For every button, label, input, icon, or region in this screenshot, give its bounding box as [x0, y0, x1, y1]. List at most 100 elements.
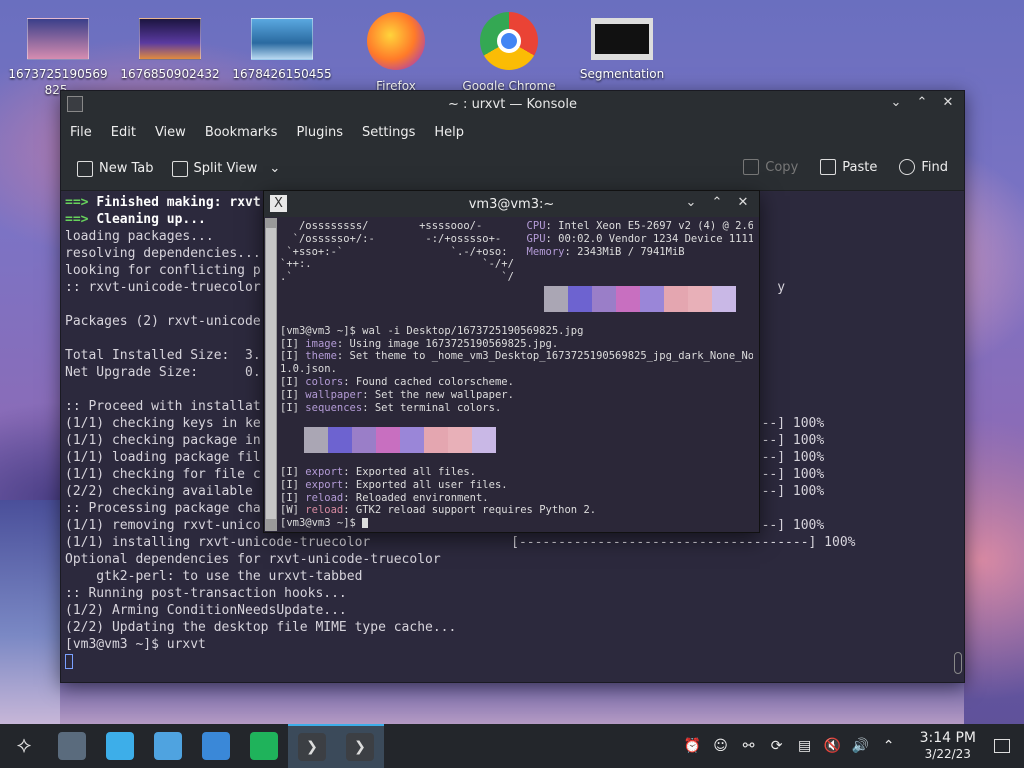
prompt-line: [vm3@vm3 ~]$ [280, 517, 753, 530]
copy-label: Copy [765, 159, 799, 175]
terminal-line: (1/1) installing rxvt-unicode-truecolor … [65, 534, 960, 551]
chevron-up-icon[interactable]: ⌃ [880, 738, 898, 754]
menu-file[interactable]: File [70, 125, 92, 140]
split-view-icon [171, 160, 188, 177]
info-value: : 2343MiB / 7941MiB [564, 245, 685, 258]
log-line: [I] colors: Found cached colorscheme. [280, 376, 753, 389]
connect-icon[interactable]: ⚯ [740, 738, 758, 754]
menu-bookmarks[interactable]: Bookmarks [205, 125, 278, 140]
copy-button[interactable]: Copy [743, 159, 798, 175]
log-line: 1.0.json. [280, 363, 753, 376]
maximize-button[interactable]: ⌃ [709, 195, 725, 211]
volume-muted-icon[interactable]: 🔇 [824, 738, 842, 754]
log-line: [W] reload: GTK2 reload support requires… [280, 504, 753, 517]
new-tab-button[interactable]: New Tab [77, 160, 154, 177]
desktop-icon-firefox[interactable]: Firefox [344, 12, 448, 94]
log-message: : Set the new wallpaper. [362, 388, 514, 401]
minimize-button[interactable]: ⌄ [888, 95, 904, 111]
task-app-launcher[interactable]: ⟡ [0, 724, 48, 768]
image-thumbnail [251, 18, 313, 60]
scrollbar-thumb[interactable] [266, 228, 276, 519]
status-text: Cleaning up... [96, 212, 206, 227]
neofetch-line: `+sso+:-` `.-/+oso: Memory: 2343MiB / 79… [280, 246, 753, 259]
task-discover[interactable] [96, 724, 144, 768]
close-button[interactable]: ✕ [940, 95, 956, 111]
output-text: Total Installed Size: 3. [65, 348, 261, 363]
color-swatch [544, 285, 568, 312]
konsole-app-icon[interactable] [67, 96, 83, 112]
split-view-button[interactable]: Split View ⌄ [171, 160, 280, 177]
task-libreoffice-calc[interactable] [240, 724, 288, 768]
chrome-icon [480, 12, 538, 70]
menu-help[interactable]: Help [434, 125, 464, 140]
menu-edit[interactable]: Edit [111, 125, 136, 140]
volume-icon[interactable]: 🔊 [852, 738, 870, 754]
urxvt-window[interactable]: X vm3@vm3:~ ⌄ ⌃ ✕ /ossssssss/ +ssssooo/-… [263, 190, 760, 533]
log-message: 1.0.json. [280, 363, 337, 376]
clipboard-icon[interactable]: ▤ [796, 738, 814, 754]
status-text: Finished making: rxvt [96, 195, 261, 210]
terminal-line: [vm3@vm3 ~]$ urxvt [65, 636, 960, 653]
task-browser[interactable] [192, 724, 240, 768]
system-tray: ⏰ ☺ ⚯ ⟳ ▤ 🔇 🔊 ⌃ 3:14 PM 3/22/23 [684, 724, 1024, 768]
desktop-icon-segmentation[interactable]: Segmentation [570, 12, 674, 82]
log-message: : Set theme to _home_vm3_Desktop_1673725… [336, 350, 753, 363]
info-key: GPU [526, 232, 546, 245]
log-tag: [I] [280, 465, 306, 478]
log-tag: [I] [280, 375, 306, 388]
find-button[interactable]: Find [899, 159, 948, 175]
log-line: [I] wallpaper: Set the new wallpaper. [280, 389, 753, 402]
show-desktop-icon[interactable] [994, 739, 1010, 753]
clock[interactable]: 3:14 PM 3/22/23 [920, 730, 976, 762]
paste-label: Paste [842, 159, 878, 175]
updates-icon[interactable]: ⟳ [768, 738, 786, 754]
terminal-line: (2/2) Updating the desktop file MIME typ… [65, 619, 960, 636]
minimize-button[interactable]: ⌄ [683, 195, 699, 211]
menu-view[interactable]: View [155, 125, 186, 140]
split-view-label: Split View [193, 161, 258, 176]
task-system-settings[interactable] [48, 724, 96, 768]
prompt-text: [vm3@vm3 ~]$ [280, 517, 363, 530]
task-urxvt[interactable]: ❯ [336, 724, 384, 768]
output-text: :: Processing package cha [65, 501, 261, 516]
urxvt-scrollbar[interactable] [265, 218, 277, 531]
close-button[interactable]: ✕ [735, 195, 751, 211]
urxvt-titlebar[interactable]: X vm3@vm3:~ ⌄ ⌃ ✕ [264, 191, 759, 217]
app-launcher-icon: ⟡ [16, 733, 32, 758]
maximize-button[interactable]: ⌃ [914, 95, 930, 111]
log-message: : Set terminal colors. [362, 401, 502, 414]
log-tag: [I] [280, 350, 306, 363]
task-dolphin[interactable] [144, 724, 192, 768]
taskbar: ⟡ ❯ ❯ ⏰ ☺ ⚯ ⟳ ▤ 🔇 🔊 ⌃ 3:14 PM 3/22/23 [0, 724, 1024, 768]
system-settings-icon [58, 732, 86, 760]
desktop-icon-wallpaper-3[interactable]: 1678426150455 [230, 12, 334, 82]
log-line: [I] export: Exported all user files. [280, 479, 753, 492]
color-swatch [280, 427, 304, 454]
konsole-icon: ❯ [298, 733, 326, 761]
ascii-art: /ossssssss/ +ssssooo/- [280, 220, 527, 232]
output-text: resolving dependencies... [65, 246, 261, 261]
desktop-icon-wallpaper-2[interactable]: 1676850902432 [118, 12, 222, 82]
menu-plugins[interactable]: Plugins [296, 125, 343, 140]
menubar: File Edit View Bookmarks Plugins Setting… [61, 117, 964, 147]
terminal-line: :: Running post-transaction hooks... [65, 585, 960, 602]
log-key: export [305, 465, 344, 478]
desktop-icon-wallpaper-1[interactable]: 1673725190569 825. [6, 12, 110, 98]
new-tab-label: New Tab [99, 161, 154, 176]
menu-settings[interactable]: Settings [362, 125, 415, 140]
clock-time: 3:14 PM [919, 730, 976, 746]
konsole-titlebar[interactable]: ~ : urxvt — Konsole ⌄ ⌃ ✕ [61, 91, 964, 117]
desktop-icon-chrome[interactable]: Google Chrome [457, 12, 561, 94]
urxvt-terminal[interactable]: /ossssssss/ +ssssooo/- CPU: Intel Xeon E… [278, 218, 755, 532]
user-icon[interactable]: ☺ [712, 738, 730, 754]
notifications-icon[interactable]: ⏰ [684, 738, 702, 754]
video-file-icon [591, 18, 653, 60]
task-konsole[interactable]: ❯ [288, 724, 336, 768]
output-text: Optional dependencies for rxvt-unicode-t… [65, 552, 441, 567]
log-key: export [305, 478, 344, 491]
scrollbar-thumb[interactable] [954, 652, 962, 674]
paste-button[interactable]: Paste [820, 159, 877, 175]
